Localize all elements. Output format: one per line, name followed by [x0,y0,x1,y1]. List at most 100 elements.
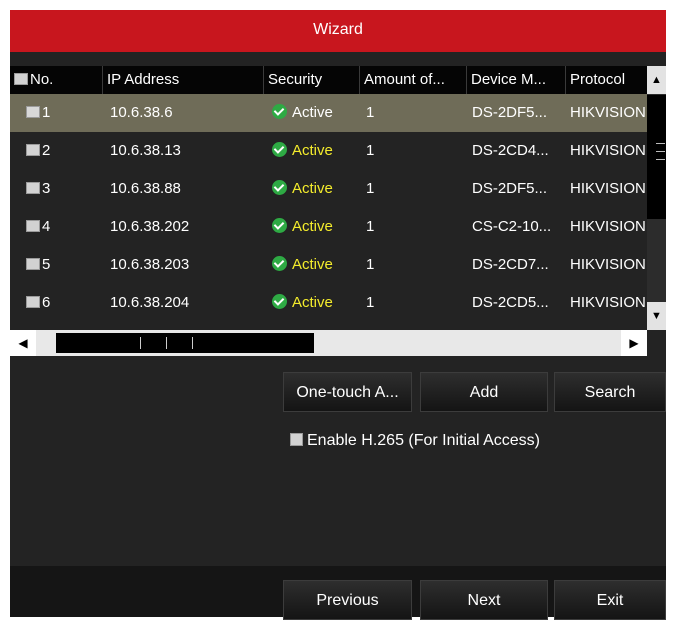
cell-amount: 1 [366,104,375,121]
security-status: Active [292,104,333,121]
security-status: Active [292,142,333,159]
cell-device-model: CS-C2-10... [472,218,552,235]
row-number: 5 [42,256,51,273]
previous-button[interactable]: Previous [283,580,412,620]
cell-amount: 1 [366,294,375,311]
cell-ip-address: 10.6.38.202 [110,218,190,235]
table-row[interactable]: 5 10.6.38.203 Active 1 DS-2CD7... HIKVISION [10,246,647,284]
security-status: Active [292,294,333,311]
row-checkbox[interactable] [26,182,40,194]
h265-checkbox[interactable] [290,433,303,446]
cell-device-model: DS-2CD4... [472,142,549,159]
row-number: 6 [42,294,51,311]
wizard-window: Wizard No. IP Address Security Amount of… [10,10,666,620]
cell-device-model: DS-2DF5... [472,180,548,197]
row-checkbox[interactable] [26,144,40,156]
cell-security: Active [272,246,360,284]
cell-protocol: HIKVISION [570,104,646,121]
thumb-grip-line [140,337,141,349]
check-circle-icon [272,142,287,157]
horizontal-scrollbar[interactable]: ◀ ▶ [10,330,647,356]
cell-ip-address: 10.6.38.13 [110,142,181,159]
thumb-grip-line [656,159,665,160]
thumb-grip-line [166,337,167,349]
cell-protocol: HIKVISION [570,218,646,235]
thumb-grip-line [192,337,193,349]
cell-security: Active [272,170,360,208]
row-number: 3 [42,180,51,197]
table-row[interactable]: 2 10.6.38.13 Active 1 DS-2CD4... HIKVISION [10,132,647,170]
row-number: 1 [42,104,51,121]
row-checkbox[interactable] [26,106,40,118]
cell-security: Active [272,208,360,246]
column-header-device-model[interactable]: Device M... [467,66,565,94]
table-row[interactable]: 3 10.6.38.88 Active 1 DS-2DF5... HIKVISION [10,170,647,208]
chevron-down-icon: ▼ [651,310,662,322]
check-circle-icon [272,218,287,233]
security-status: Active [292,256,333,273]
thumb-grip-line [656,143,665,144]
add-button[interactable]: Add [420,372,548,412]
column-header-protocol[interactable]: Protocol [566,66,647,94]
window-title: Wizard [10,10,666,52]
column-header-security[interactable]: Security [264,66,359,94]
chevron-up-icon: ▲ [651,74,662,86]
check-circle-icon [272,104,287,119]
h265-option[interactable]: Enable H.265 (For Initial Access) [290,432,540,450]
exit-button[interactable]: Exit [554,580,666,620]
horizontal-scroll-thumb[interactable] [56,333,314,353]
check-circle-icon [272,180,287,195]
row-number: 2 [42,142,51,159]
table-row[interactable]: 4 10.6.38.202 Active 1 CS-C2-10... HIKVISION [10,208,647,246]
row-number: 4 [42,218,51,235]
cell-no[interactable]: 6 [26,284,102,322]
chevron-left-icon: ◀ [18,336,28,350]
cell-ip-address: 10.6.38.204 [110,294,190,311]
column-header-no[interactable]: No. [10,66,102,94]
cell-no[interactable]: 4 [26,208,102,246]
cell-device-model: DS-2CD7... [472,256,549,273]
cell-device-model: DS-2CD5... [472,294,549,311]
chevron-right-icon: ▶ [629,336,639,350]
cell-amount: 1 [366,142,375,159]
scroll-right-button[interactable]: ▶ [621,330,647,356]
cell-no[interactable]: 5 [26,246,102,284]
vertical-scroll-thumb[interactable] [647,95,666,219]
select-all-checkbox[interactable] [14,73,28,85]
row-checkbox[interactable] [26,258,40,270]
cell-protocol: HIKVISION [570,294,646,311]
cell-protocol: HIKVISION [570,256,646,273]
cell-security: Active [272,132,360,170]
footer-bar: Previous Next Exit [10,566,666,620]
search-button[interactable]: Search [554,372,666,412]
scroll-left-button[interactable]: ◀ [10,330,36,356]
cell-amount: 1 [366,218,375,235]
cell-no[interactable]: 3 [26,170,102,208]
cell-security: Active [272,284,360,322]
cell-no[interactable]: 2 [26,132,102,170]
table-row[interactable]: 1 10.6.38.6 Active 1 DS-2DF5... HIKVISION [10,94,647,132]
h265-label: Enable H.265 (For Initial Access) [307,432,540,449]
column-header-ip-address[interactable]: IP Address [103,66,263,94]
column-header-amount[interactable]: Amount of... [360,66,466,94]
cell-amount: 1 [366,180,375,197]
row-checkbox[interactable] [26,220,40,232]
table-row[interactable]: 6 10.6.38.204 Active 1 DS-2CD5... HIKVISION [10,284,647,322]
check-circle-icon [272,294,287,309]
one-touch-activate-button[interactable]: One-touch A... [283,372,412,412]
check-circle-icon [272,256,287,271]
next-button[interactable]: Next [420,580,548,620]
scroll-up-button[interactable]: ▲ [647,66,666,94]
scroll-down-button[interactable]: ▼ [647,302,666,330]
security-status: Active [292,218,333,235]
thumb-grip-line [656,151,665,152]
cell-security: Active [272,94,360,132]
cell-protocol: HIKVISION [570,142,646,159]
vertical-scrollbar[interactable]: ▲ ▼ [647,66,666,330]
cell-no[interactable]: 1 [26,94,102,132]
cell-ip-address: 10.6.38.203 [110,256,190,273]
column-header-no-label: No. [30,71,54,88]
cell-protocol: HIKVISION [570,180,646,197]
cell-amount: 1 [366,256,375,273]
row-checkbox[interactable] [26,296,40,308]
